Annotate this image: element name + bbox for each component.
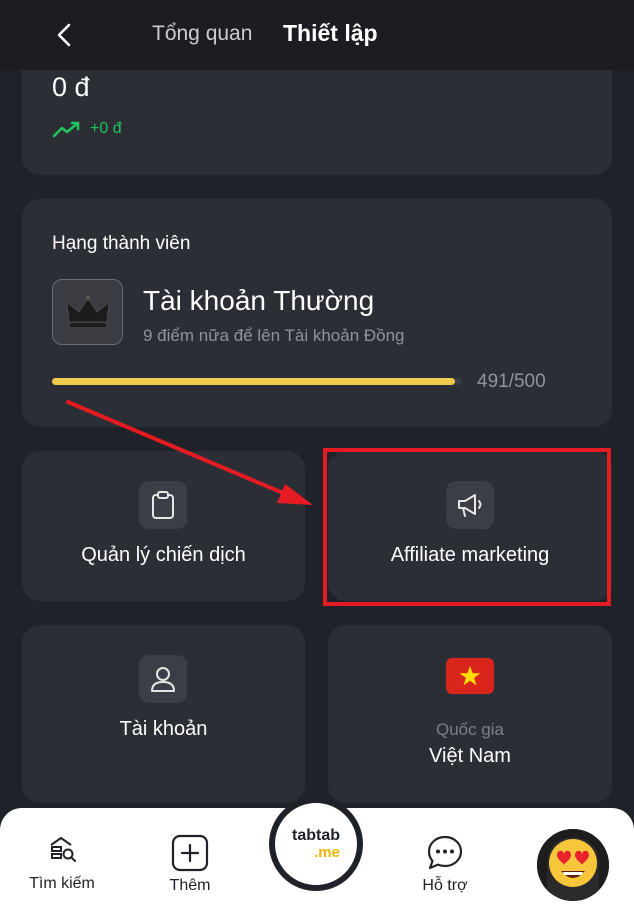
megaphone-icon [446, 481, 494, 529]
trending-up-icon [52, 121, 80, 138]
balance-change-value: +0 đ [90, 120, 122, 137]
next-tier-hint: 9 điểm nữa để lên Tài khoản Đồng [143, 326, 405, 345]
points-progress-bar [52, 378, 462, 385]
nav-search[interactable]: Tìm kiếm [12, 834, 112, 893]
balance-value: 0 đ [52, 72, 90, 102]
tab-overview[interactable]: Tổng quan [152, 22, 252, 46]
top-header: Tổng quan Thiết lập [0, 0, 634, 70]
nav-more[interactable]: Thêm [140, 834, 240, 895]
campaign-management-label: Quản lý chiến dịch [81, 544, 246, 566]
nav-support-label: Hỗ trợ [422, 877, 468, 894]
logo-text-top: tabtab [292, 827, 340, 844]
balance-change: +0 đ [52, 120, 122, 138]
campaign-management-tile[interactable]: Quản lý chiến dịch [22, 451, 305, 601]
tabtab-logo-button[interactable]: tabtab .me [269, 797, 363, 891]
nav-search-label: Tìm kiếm [29, 875, 95, 892]
clipboard-icon [139, 481, 187, 529]
account-label: Tài khoản [119, 718, 208, 740]
crown-icon [65, 296, 110, 327]
points-progress-text: 491/500 [477, 371, 546, 392]
logo-text-bottom: .me [314, 844, 340, 861]
nav-support[interactable]: Hỗ trợ [395, 834, 495, 895]
nav-more-label: Thêm [169, 877, 211, 894]
membership-card: Hạng thành viên Tài khoản Thường 9 điểm … [22, 199, 612, 427]
country-value: Việt Nam [429, 745, 511, 767]
tab-settings[interactable]: Thiết lập [283, 20, 378, 47]
back-button[interactable] [48, 18, 82, 52]
tier-badge [52, 279, 123, 345]
vietnam-flag-icon [446, 658, 494, 694]
user-icon [139, 655, 187, 703]
affiliate-marketing-label: Affiliate marketing [390, 544, 550, 566]
chevron-left-icon [57, 23, 71, 47]
plus-square-icon [171, 834, 209, 872]
membership-title: Hạng thành viên [52, 233, 191, 254]
affiliate-marketing-tile[interactable]: Affiliate marketing [328, 451, 612, 601]
tier-name: Tài khoản Thường [143, 285, 375, 316]
account-tile[interactable]: Tài khoản [22, 625, 305, 803]
points-progress-fill [52, 378, 455, 385]
country-tile[interactable]: Quốc gia Việt Nam [328, 625, 612, 803]
chat-bubble-icon [427, 835, 463, 870]
avatar[interactable] [537, 829, 609, 901]
country-caption: Quốc gia [435, 720, 505, 739]
search-icon [50, 837, 76, 862]
heart-eyes-emoji-icon [537, 829, 609, 901]
